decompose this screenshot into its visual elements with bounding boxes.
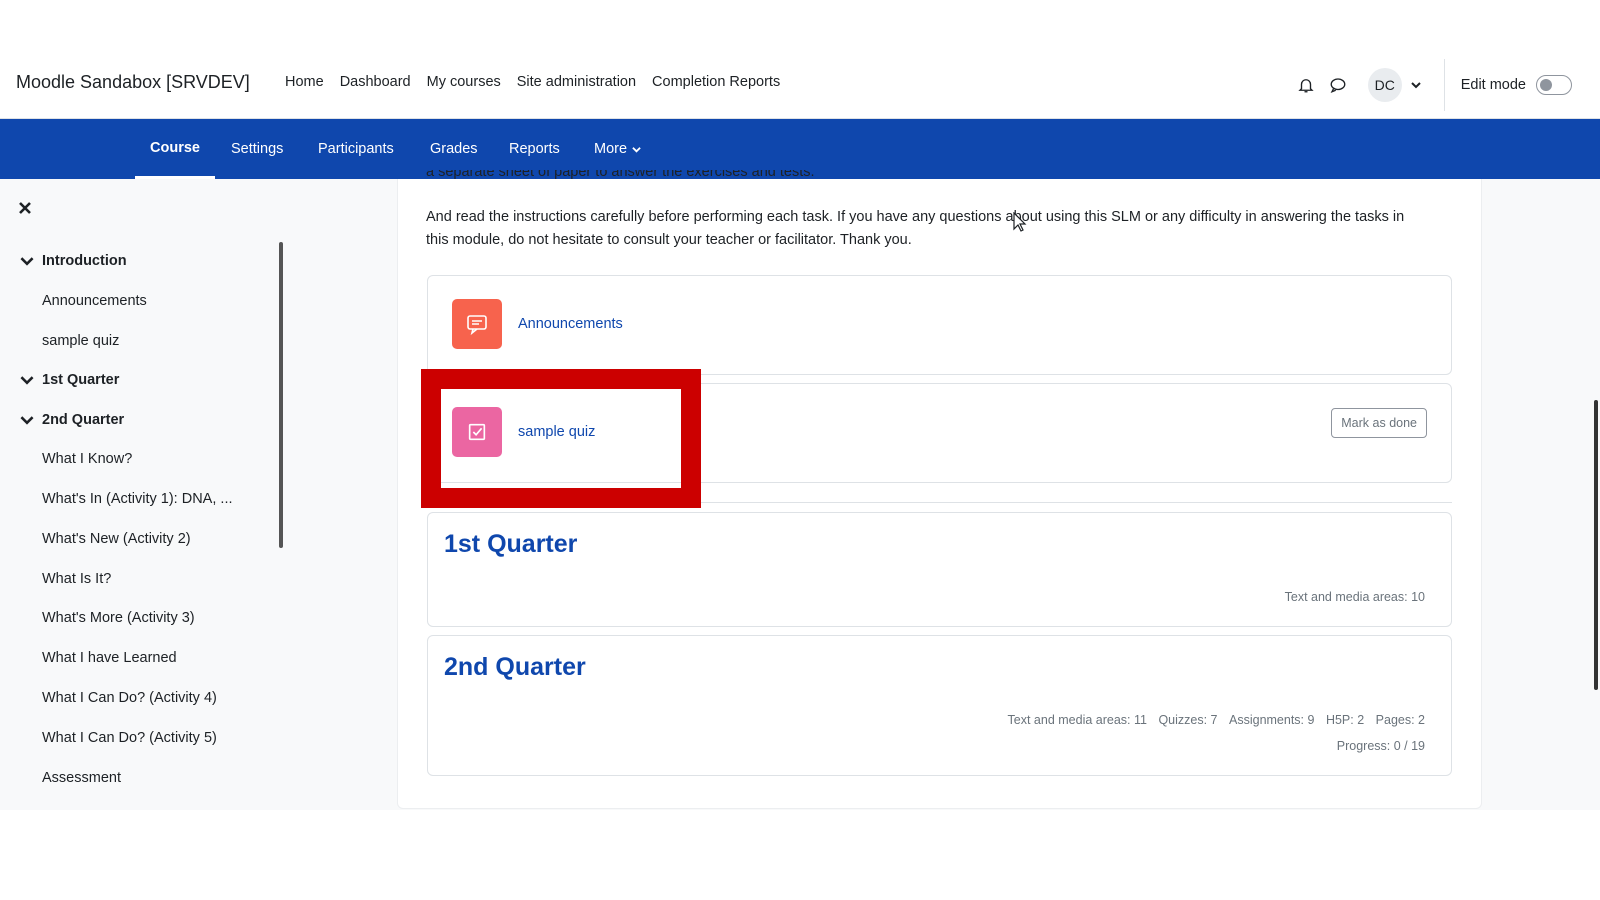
intro-text-partial: a separate sheet of paper to answer the … <box>426 170 815 180</box>
page-scrollbar[interactable] <box>1594 400 1598 690</box>
mouse-cursor-icon <box>1013 212 1027 232</box>
quarter2-chevron-down-icon[interactable] <box>20 413 34 427</box>
highlight-box <box>421 369 701 508</box>
quarter1-label: 1st Quarter <box>42 372 120 388</box>
activity-announcements: Announcements <box>427 275 1452 375</box>
tab-more-label: More <box>594 141 628 157</box>
course-index-item-announcements[interactable]: Announcements <box>42 293 147 309</box>
section-2nd-quarter-stats: Text and media areas: 11 Quizzes: 7 Assi… <box>1000 713 1425 727</box>
edit-mode-toggle[interactable] <box>1536 74 1572 95</box>
edit-mode-label: Edit mode <box>1460 76 1526 93</box>
mark-as-done-button[interactable]: Mark as done <box>1331 408 1427 438</box>
tab-participants[interactable]: Participants <box>318 119 394 179</box>
section-1st-quarter-title[interactable]: 1st Quarter <box>444 530 577 559</box>
nav-site-administration[interactable]: Site administration <box>517 74 636 90</box>
stat-assignments: Assignments: 9 <box>1229 713 1315 727</box>
messages-chat-icon[interactable] <box>1322 69 1354 101</box>
quarter1-chevron-down-icon[interactable] <box>20 373 34 387</box>
course-index-item-sample-quiz[interactable]: sample quiz <box>42 333 119 349</box>
stat-quizzes: Quizzes: 7 <box>1158 713 1218 727</box>
more-chevron-down-icon <box>632 146 641 153</box>
user-controls: DC Edit mode <box>1290 50 1600 119</box>
course-index-section-introduction[interactable]: Introduction <box>20 253 127 269</box>
nav-home[interactable]: Home <box>285 74 324 90</box>
tab-course[interactable]: Course <box>135 119 215 179</box>
user-avatar[interactable]: DC <box>1367 67 1402 102</box>
course-index-item[interactable]: What's New (Activity 2) <box>42 531 191 547</box>
primary-navigation: Home Dashboard My courses Site administr… <box>285 74 796 90</box>
course-index-item[interactable]: Assessment <box>42 770 121 786</box>
notifications-bell-icon[interactable] <box>1290 69 1322 101</box>
navbar-divider <box>1443 58 1445 111</box>
site-name[interactable]: Moodle Sandabox [SRVDEV] <box>16 72 250 93</box>
course-index-drawer: Introduction Announcements sample quiz 1… <box>0 179 285 810</box>
section-2nd-quarter-title[interactable]: 2nd Quarter <box>444 653 586 682</box>
course-index-section-2nd-quarter[interactable]: 2nd Quarter <box>20 412 125 428</box>
course-index-item[interactable]: What's More (Activity 3) <box>42 610 195 626</box>
stat-h5p: H5P: 2 <box>1325 713 1365 727</box>
quarter2-label: 2nd Quarter <box>42 412 125 428</box>
course-index-item[interactable]: What's In (Activity 1): DNA, ... <box>42 491 233 507</box>
section-1st-quarter: 1st Quarter Text and media areas: 10 <box>427 512 1452 627</box>
introduction-chevron-down-icon[interactable] <box>20 254 34 268</box>
stat-text-media: Text and media areas: 11 <box>1007 713 1147 727</box>
tab-settings[interactable]: Settings <box>231 119 283 179</box>
course-index-item[interactable]: What I have Learned <box>42 650 177 666</box>
stat-pages: Pages: 2 <box>1375 713 1425 727</box>
forum-icon <box>452 299 502 349</box>
close-drawer-icon[interactable] <box>18 201 34 217</box>
course-index-item[interactable]: What I Know? <box>42 451 132 467</box>
section-2nd-quarter: 2nd Quarter Text and media areas: 11 Qui… <box>427 635 1452 776</box>
top-navbar: Moodle Sandabox [SRVDEV] Home Dashboard … <box>0 50 1600 119</box>
course-index-item[interactable]: What I Can Do? (Activity 4) <box>42 690 217 706</box>
announcements-link[interactable]: Announcements <box>518 316 623 332</box>
nav-my-courses[interactable]: My courses <box>427 74 501 90</box>
course-index-item[interactable]: What I Can Do? (Activity 5) <box>42 730 217 746</box>
course-index-item[interactable]: What Is It? <box>42 571 111 587</box>
introduction-label: Introduction <box>42 253 127 269</box>
intro-text: And read the instructions carefully befo… <box>426 209 1405 248</box>
drawer-scrollbar[interactable] <box>279 242 283 548</box>
section-2nd-quarter-progress: Progress: 0 / 19 <box>1336 739 1425 753</box>
user-menu-chevron-down-icon[interactable] <box>1408 77 1424 93</box>
nav-completion-reports[interactable]: Completion Reports <box>652 74 780 90</box>
course-index-section-1st-quarter[interactable]: 1st Quarter <box>20 372 120 388</box>
nav-dashboard[interactable]: Dashboard <box>340 74 411 90</box>
section-1st-quarter-stats: Text and media areas: 10 <box>1284 590 1425 604</box>
